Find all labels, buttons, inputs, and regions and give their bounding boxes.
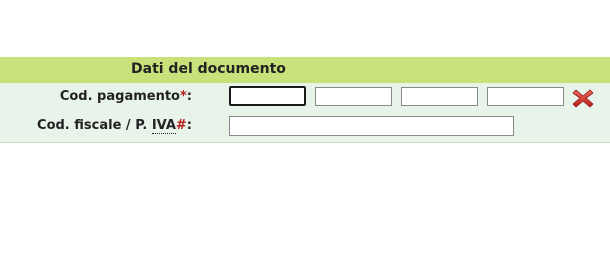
tax-code-field[interactable] xyxy=(229,116,514,136)
payment-code-field-2[interactable] xyxy=(315,87,392,106)
tax-code-label-text: Cod. fiscale / P. xyxy=(37,118,152,133)
vat-abbreviation: IVA xyxy=(151,118,176,134)
tax-code-label: Cod. fiscale / P. IVA#: xyxy=(37,118,192,134)
section-body: Cod. pagamento*: Cod. fiscale / P. IVA#: xyxy=(0,83,610,143)
special-marker: # xyxy=(175,118,187,133)
payment-code-field-4[interactable] xyxy=(487,87,564,106)
payment-code-label-text: Cod. pagamento xyxy=(59,89,180,104)
payment-code-field-1[interactable] xyxy=(229,86,306,106)
clear-payment-code-button[interactable] xyxy=(572,88,594,108)
section-header: Dati del documento xyxy=(0,57,610,83)
payment-code-field-3[interactable] xyxy=(401,87,478,106)
red-x-icon xyxy=(572,89,594,108)
payment-code-label: Cod. pagamento*: xyxy=(60,89,192,104)
required-marker: * xyxy=(179,89,187,104)
section-title: Dati del documento xyxy=(131,61,286,77)
payment-code-colon: : xyxy=(186,89,192,104)
tax-code-colon: : xyxy=(186,118,192,133)
document-data-panel: Dati del documento Cod. pagamento*: Cod.… xyxy=(0,57,610,143)
